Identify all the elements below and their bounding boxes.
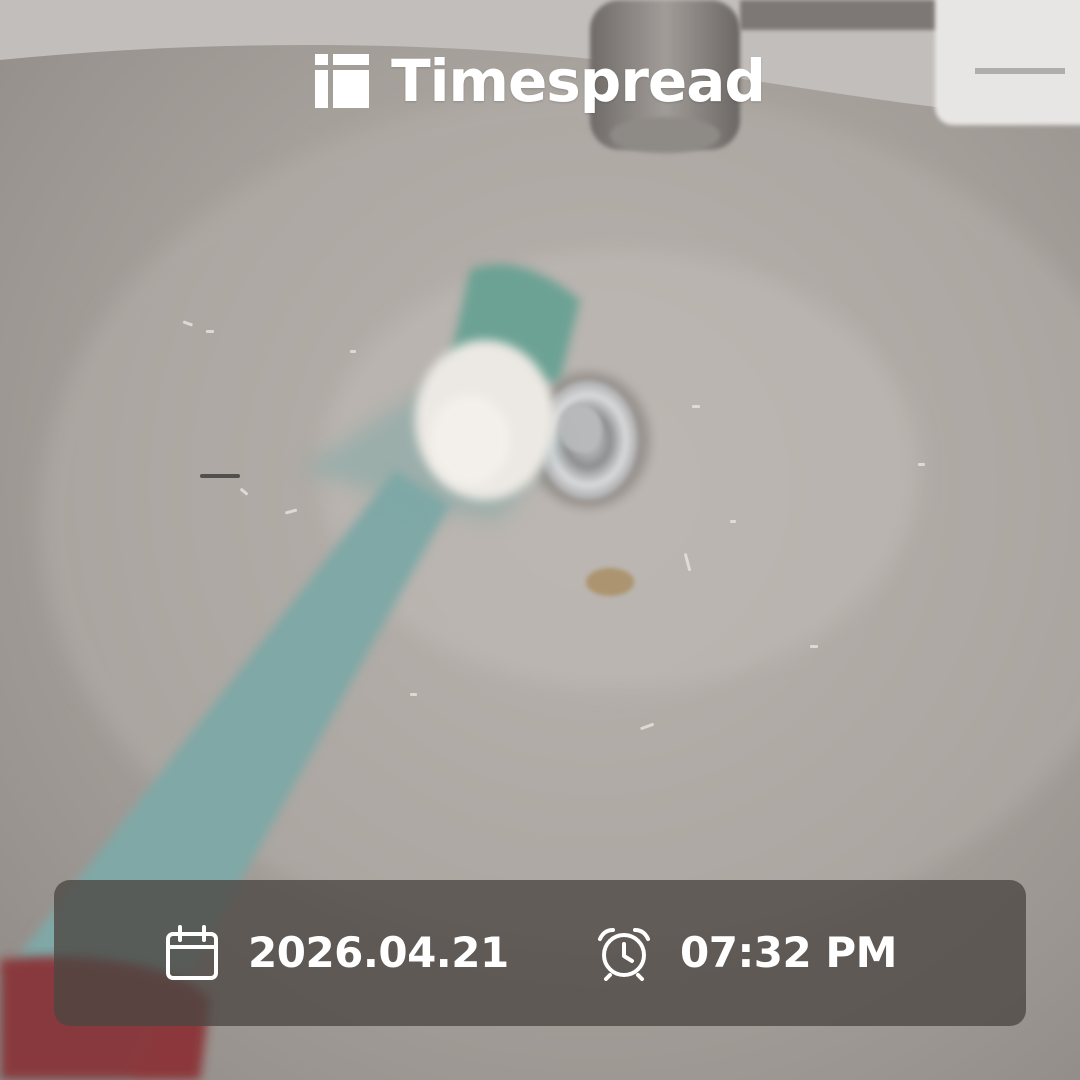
date-text: 2026.04.21 — [248, 928, 509, 977]
time-stamp: 07:32 PM — [596, 880, 897, 1026]
timestamp-bar: 2026.04.21 07:32 PM — [54, 880, 1026, 1026]
calendar-icon — [166, 925, 218, 980]
time-text: 07:32 PM — [680, 928, 897, 977]
brand-name: Timespread — [391, 47, 766, 115]
date-stamp: 2026.04.21 — [164, 880, 509, 1026]
sink-stain — [586, 568, 634, 596]
hair-debris — [200, 474, 240, 478]
brand-header: Timespread — [0, 46, 1080, 116]
alarm-clock-icon — [598, 928, 650, 981]
timespread-logo-icon — [315, 54, 370, 108]
